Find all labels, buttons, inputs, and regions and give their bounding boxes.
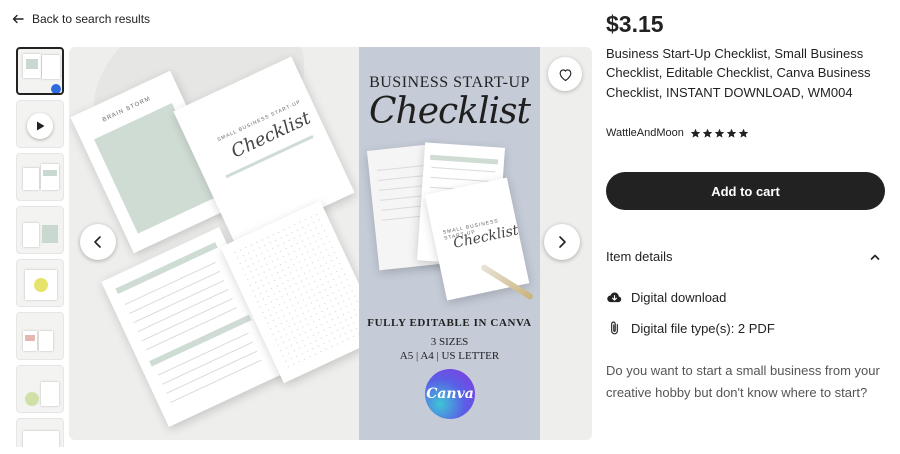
cover-sizes-list: A5 | A4 | US LETTER	[399, 350, 500, 362]
star-icon	[714, 128, 725, 138]
star-icon	[726, 128, 737, 138]
shop-row: WattleAndMoon	[606, 127, 749, 139]
next-image-button[interactable]	[544, 224, 580, 260]
chevron-right-icon	[559, 236, 566, 248]
cover-sizes-count: 3 SIZES	[430, 336, 469, 348]
cover-script-title: Checklist	[369, 91, 531, 132]
detail-digital-download: Digital download	[606, 289, 726, 306]
thumbnail-3[interactable]	[16, 153, 64, 201]
star-rating[interactable]	[690, 128, 749, 139]
back-to-search-link[interactable]: Back to search results	[12, 12, 150, 26]
thumbnail-7[interactable]	[16, 365, 64, 413]
thumbnail-4[interactable]	[16, 206, 64, 254]
shop-name-link[interactable]: WattleAndMoon	[606, 127, 684, 139]
thumbnail-strip	[16, 47, 64, 447]
product-cover-panel: BUSINESS START-UP Checklist SMALL BUSINE…	[359, 47, 540, 440]
favorite-button[interactable]	[548, 57, 582, 91]
paperclip-icon	[611, 321, 618, 335]
listing-price: $3.15	[606, 11, 664, 37]
canva-badge-icon	[51, 84, 61, 93]
back-link-label: Back to search results	[32, 12, 151, 26]
star-icon	[690, 128, 701, 138]
thumbnail-video[interactable]	[16, 100, 64, 148]
chevron-up-icon	[870, 254, 880, 260]
item-details-toggle[interactable]: Item details	[606, 249, 885, 264]
thumbnail-5[interactable]	[16, 259, 64, 307]
description-fade	[606, 398, 892, 454]
cloud-download-icon	[607, 292, 622, 303]
thumbnail-1[interactable]	[16, 47, 64, 95]
item-details-heading: Item details	[606, 249, 673, 264]
detail-text: Digital file type(s): 2 PDF	[631, 321, 775, 336]
listing-title: Business Start-Up Checklist, Small Busin…	[606, 46, 871, 100]
arrow-left-icon	[12, 14, 24, 24]
previous-image-button[interactable]	[80, 224, 116, 260]
detail-text: Digital download	[631, 290, 727, 305]
chevron-left-icon	[94, 236, 101, 248]
star-icon	[702, 128, 713, 138]
thumbnail-6[interactable]	[16, 312, 64, 360]
cover-editable-note: FULLY EDITABLE IN CANVA	[367, 317, 532, 329]
main-image-viewer[interactable]: BRAIN STORM SMALL BUSINESS START-UP Chec…	[69, 47, 592, 440]
detail-file-types: Digital file type(s): 2 PDF	[606, 320, 775, 337]
star-icon	[738, 128, 749, 138]
thumbnail-8[interactable]	[16, 418, 64, 447]
play-icon	[27, 113, 53, 139]
heart-icon	[559, 68, 571, 81]
cover-heading: BUSINESS START-UP	[369, 74, 530, 91]
canva-logo: Canva	[425, 369, 475, 419]
add-to-cart-button[interactable]: Add to cart	[606, 172, 885, 210]
